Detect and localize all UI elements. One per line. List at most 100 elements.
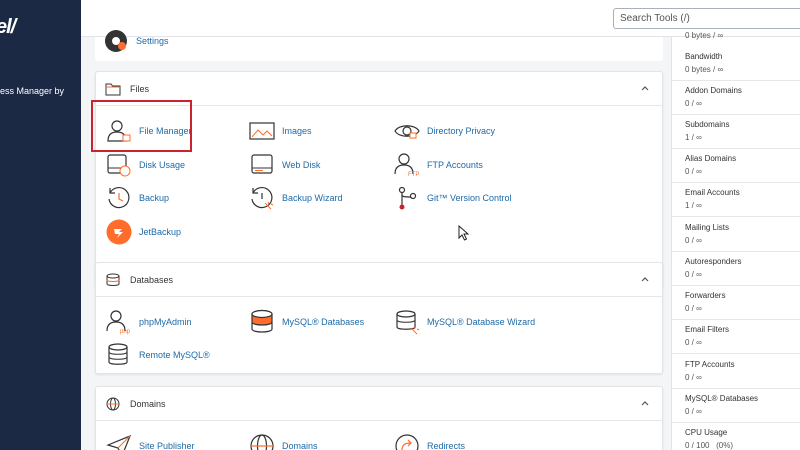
- tool-settings[interactable]: Settings: [103, 27, 169, 55]
- redirect-icon: [395, 434, 419, 450]
- stat-value: 0 / 100 (0%): [685, 441, 734, 450]
- stat-value: 0 / ∞: [685, 304, 702, 313]
- stat-email-filters: Email Filters 0 / ∞: [672, 320, 800, 354]
- tool-remote-mysql[interactable]: Remote MySQL®: [106, 341, 210, 369]
- tool-label: Directory Privacy: [427, 126, 496, 136]
- panel-title: Domains: [130, 399, 166, 409]
- tool-label: MySQL® Database Wizard: [427, 317, 536, 327]
- svg-text:php: php: [120, 329, 131, 335]
- tool-git-version-control[interactable]: Git™ Version Control: [394, 184, 512, 212]
- mysql-database-icon: [251, 309, 273, 333]
- git-branch-icon: [398, 186, 417, 210]
- stat-label: Email Filters: [685, 325, 730, 334]
- tool-redirects[interactable]: Redirects: [394, 432, 465, 450]
- tool-directory-privacy[interactable]: Directory Privacy: [394, 117, 495, 145]
- stat-mailing-lists: Mailing Lists 0 / ∞: [672, 218, 800, 252]
- tool-label: Backup: [139, 193, 170, 203]
- remote-mysql-icon: [108, 343, 128, 365]
- tool-backup-wizard[interactable]: Backup Wizard: [249, 184, 343, 212]
- stat-label: Email Accounts: [685, 188, 740, 197]
- web-disk-icon: [251, 154, 273, 174]
- folder-icon: [105, 83, 121, 96]
- tool-label: Redirects: [427, 441, 466, 450]
- gear-icon: [105, 30, 127, 52]
- database-icon: [106, 273, 120, 286]
- sidebar: el/ ess Manager by: [0, 0, 81, 450]
- databases-panel: Databases php phpMyAdmin MySQL® Database…: [95, 262, 663, 374]
- domains-panel: Domains Site Publisher Domains Redirects: [95, 386, 663, 450]
- domains-panel-header[interactable]: Domains: [96, 387, 662, 421]
- main-content: Settings Files File Manager Images Direc…: [81, 30, 671, 450]
- stat-value: 0 bytes / ∞: [685, 65, 724, 74]
- tool-label: Web Disk: [282, 160, 321, 170]
- stat-value: 0 / ∞: [685, 338, 702, 347]
- tool-ftp-accounts[interactable]: FTP FTP Accounts: [394, 151, 483, 179]
- images-icon: [249, 122, 275, 140]
- stat-label: MySQL® Databases: [685, 394, 759, 403]
- tool-label: FTP Accounts: [427, 160, 483, 170]
- stat-forwarders: Forwarders 0 / ∞: [672, 286, 800, 320]
- tool-domains[interactable]: Domains: [249, 432, 318, 450]
- tool-mysql-database-wizard[interactable]: MySQL® Database Wizard: [394, 308, 535, 336]
- stat-ftp-accounts: FTP Accounts 0 / ∞: [672, 355, 800, 389]
- stat-label: Bandwidth: [685, 52, 723, 61]
- stat-autoresponders: Autoresponders 0 / ∞: [672, 252, 800, 286]
- mysql-wizard-icon: [396, 310, 420, 335]
- tool-label: Disk Usage: [139, 160, 186, 170]
- disk-usage-icon: [107, 154, 131, 177]
- stat-value: 1 / ∞: [685, 133, 702, 142]
- tool-disk-usage[interactable]: Disk Usage: [106, 151, 185, 179]
- stat-email-accounts: Email Accounts 1 / ∞: [672, 183, 800, 217]
- stat-value: 0 / ∞: [685, 407, 702, 416]
- stat-bandwidth: Bandwidth 0 bytes / ∞: [672, 47, 800, 81]
- stat-value: 0 / ∞: [685, 99, 702, 108]
- tool-label: Images: [282, 126, 312, 136]
- tool-label: MySQL® Databases: [282, 317, 365, 327]
- tool-label: Site Publisher: [139, 441, 195, 450]
- chevron-up-icon[interactable]: [640, 398, 650, 408]
- sidebar-app-title[interactable]: ess Manager by: [0, 86, 64, 96]
- statistics-panel: 0 bytes / ∞ Bandwidth 0 bytes / ∞ Addon D…: [671, 31, 800, 450]
- stat-label: Addon Domains: [685, 86, 742, 95]
- tool-site-publisher[interactable]: Site Publisher: [106, 432, 195, 450]
- mouse-cursor-icon: [458, 225, 470, 241]
- panel-title: Databases: [130, 275, 174, 285]
- stat-value: 0 / ∞: [685, 270, 702, 279]
- settings-row: Settings: [95, 30, 663, 61]
- file-manager-highlight-box: [91, 100, 192, 152]
- tool-images[interactable]: Images: [249, 117, 312, 145]
- tool-label: Domains: [282, 441, 318, 450]
- tool-label: Settings: [136, 36, 169, 46]
- stat-alias-domains: Alias Domains 0 / ∞: [672, 149, 800, 183]
- tool-label: Backup Wizard: [282, 193, 343, 203]
- svg-text:FTP: FTP: [408, 172, 419, 178]
- panel-title: Files: [130, 84, 150, 94]
- stat-label: Autoresponders: [685, 257, 742, 266]
- stat-value: 0 / ∞: [685, 167, 702, 176]
- stat-value: 0 / ∞: [685, 373, 702, 382]
- tool-backup[interactable]: Backup: [106, 184, 169, 212]
- stat-value: 0 / ∞: [685, 236, 702, 245]
- chevron-up-icon[interactable]: [640, 83, 650, 93]
- tool-jetbackup[interactable]: JetBackup: [106, 218, 181, 246]
- tool-label: Git™ Version Control: [427, 193, 512, 203]
- databases-panel-header[interactable]: Databases: [96, 263, 662, 297]
- stat-label: CPU Usage: [685, 428, 728, 437]
- stat-cpu-usage: CPU Usage 0 / 100 (0%): [672, 423, 800, 450]
- paper-plane-icon: [106, 434, 132, 450]
- chevron-up-icon[interactable]: [640, 274, 650, 284]
- stat-label: Alias Domains: [685, 154, 737, 163]
- stat-label: FTP Accounts: [685, 360, 735, 369]
- stat-value: 1 / ∞: [685, 201, 702, 210]
- eye-icon: [394, 125, 420, 139]
- cpanel-logo[interactable]: el/: [0, 16, 16, 39]
- stat-label: Forwarders: [685, 291, 726, 300]
- tool-mysql-databases[interactable]: MySQL® Databases: [249, 308, 364, 336]
- stat-subdomains: Subdomains 1 / ∞: [672, 115, 800, 149]
- tool-label: phpMyAdmin: [139, 317, 192, 327]
- tool-phpmyadmin[interactable]: php phpMyAdmin: [106, 308, 192, 336]
- search-tools-input[interactable]: [613, 8, 800, 29]
- stat-mysql-databases: MySQL® Databases 0 / ∞: [672, 389, 800, 423]
- tool-web-disk[interactable]: Web Disk: [249, 151, 320, 179]
- tool-label: Remote MySQL®: [139, 350, 210, 360]
